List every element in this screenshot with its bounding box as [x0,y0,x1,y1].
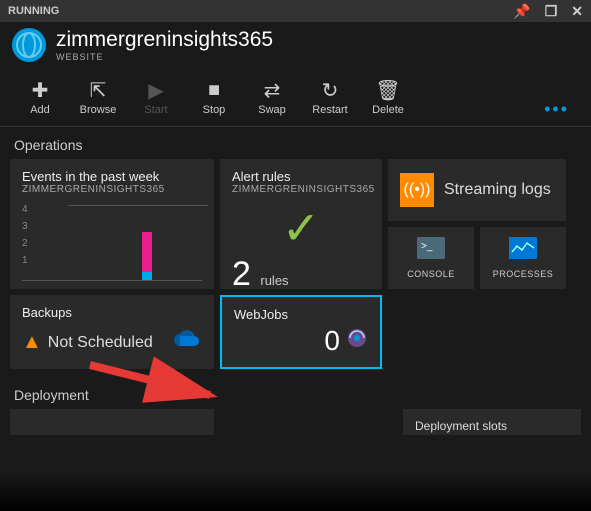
deployment-slots-tile[interactable]: Deployment slots [403,409,581,435]
events-subtitle: ZIMMERGRENINSIGHTS365 [22,184,202,195]
page-subtitle: WEBSITE [56,52,273,62]
processes-label: PROCESSES [493,269,554,279]
console-label: CONSOLE [407,269,455,279]
status-label: RUNNING [8,5,59,17]
deployment-tile[interactable] [10,409,214,435]
alert-title: Alert rules [232,169,370,184]
stop-button[interactable]: ■Stop [186,74,242,120]
cloud-icon [172,328,202,357]
start-button: ▶Start [128,74,184,120]
deployment-heading: Deployment [0,377,591,409]
website-icon [12,28,46,62]
restart-button[interactable]: ↻Restart [302,74,358,120]
operations-heading: Operations [0,127,591,159]
webjobs-count: 0 [324,325,340,357]
delete-button[interactable]: 🗑Delete [360,74,416,120]
swap-button[interactable]: ⇄Swap [244,74,300,120]
events-chart: 4321 [22,201,202,281]
pin-icon[interactable]: 📌 [513,3,530,20]
add-button[interactable]: ✚Add [12,74,68,120]
webjobs-icon [346,327,368,355]
svg-text:>_: >_ [421,241,433,252]
processes-icon [509,237,537,265]
events-tile[interactable]: Events in the past week ZIMMERGRENINSIGH… [10,159,214,289]
page-title: zimmergreninsights365 [56,28,273,52]
alert-label: rules [260,273,288,288]
streaming-label: Streaming logs [444,181,551,199]
console-icon: >_ [417,237,445,265]
backups-title: Backups [22,305,202,320]
webjobs-title: WebJobs [234,307,368,322]
streaming-logs-tile[interactable]: ((•)) Streaming logs [388,159,566,221]
warning-icon: ▲ [22,331,42,354]
streaming-icon: ((•)) [400,173,434,207]
events-title: Events in the past week [22,169,202,184]
alert-subtitle: ZIMMERGRENINSIGHTS365 [232,184,370,195]
backups-tile[interactable]: Backups ▲ Not Scheduled [10,295,214,369]
processes-tile[interactable]: PROCESSES [480,227,566,289]
more-button[interactable]: ••• [534,99,579,120]
bottom-fade [0,471,591,511]
backups-status: Not Scheduled [48,334,153,352]
browse-button[interactable]: ⇱Browse [70,74,126,120]
close-icon[interactable]: ✕ [571,3,583,20]
checkmark-icon: ✓ [232,201,370,255]
alert-rules-tile[interactable]: Alert rules ZIMMERGRENINSIGHTS365 ✓ 2 ru… [220,159,382,289]
alert-count: 2 [232,255,251,293]
webjobs-tile[interactable]: WebJobs 0 [220,295,382,369]
console-tile[interactable]: >_ CONSOLE [388,227,474,289]
restore-icon[interactable]: ❐ [545,3,558,20]
